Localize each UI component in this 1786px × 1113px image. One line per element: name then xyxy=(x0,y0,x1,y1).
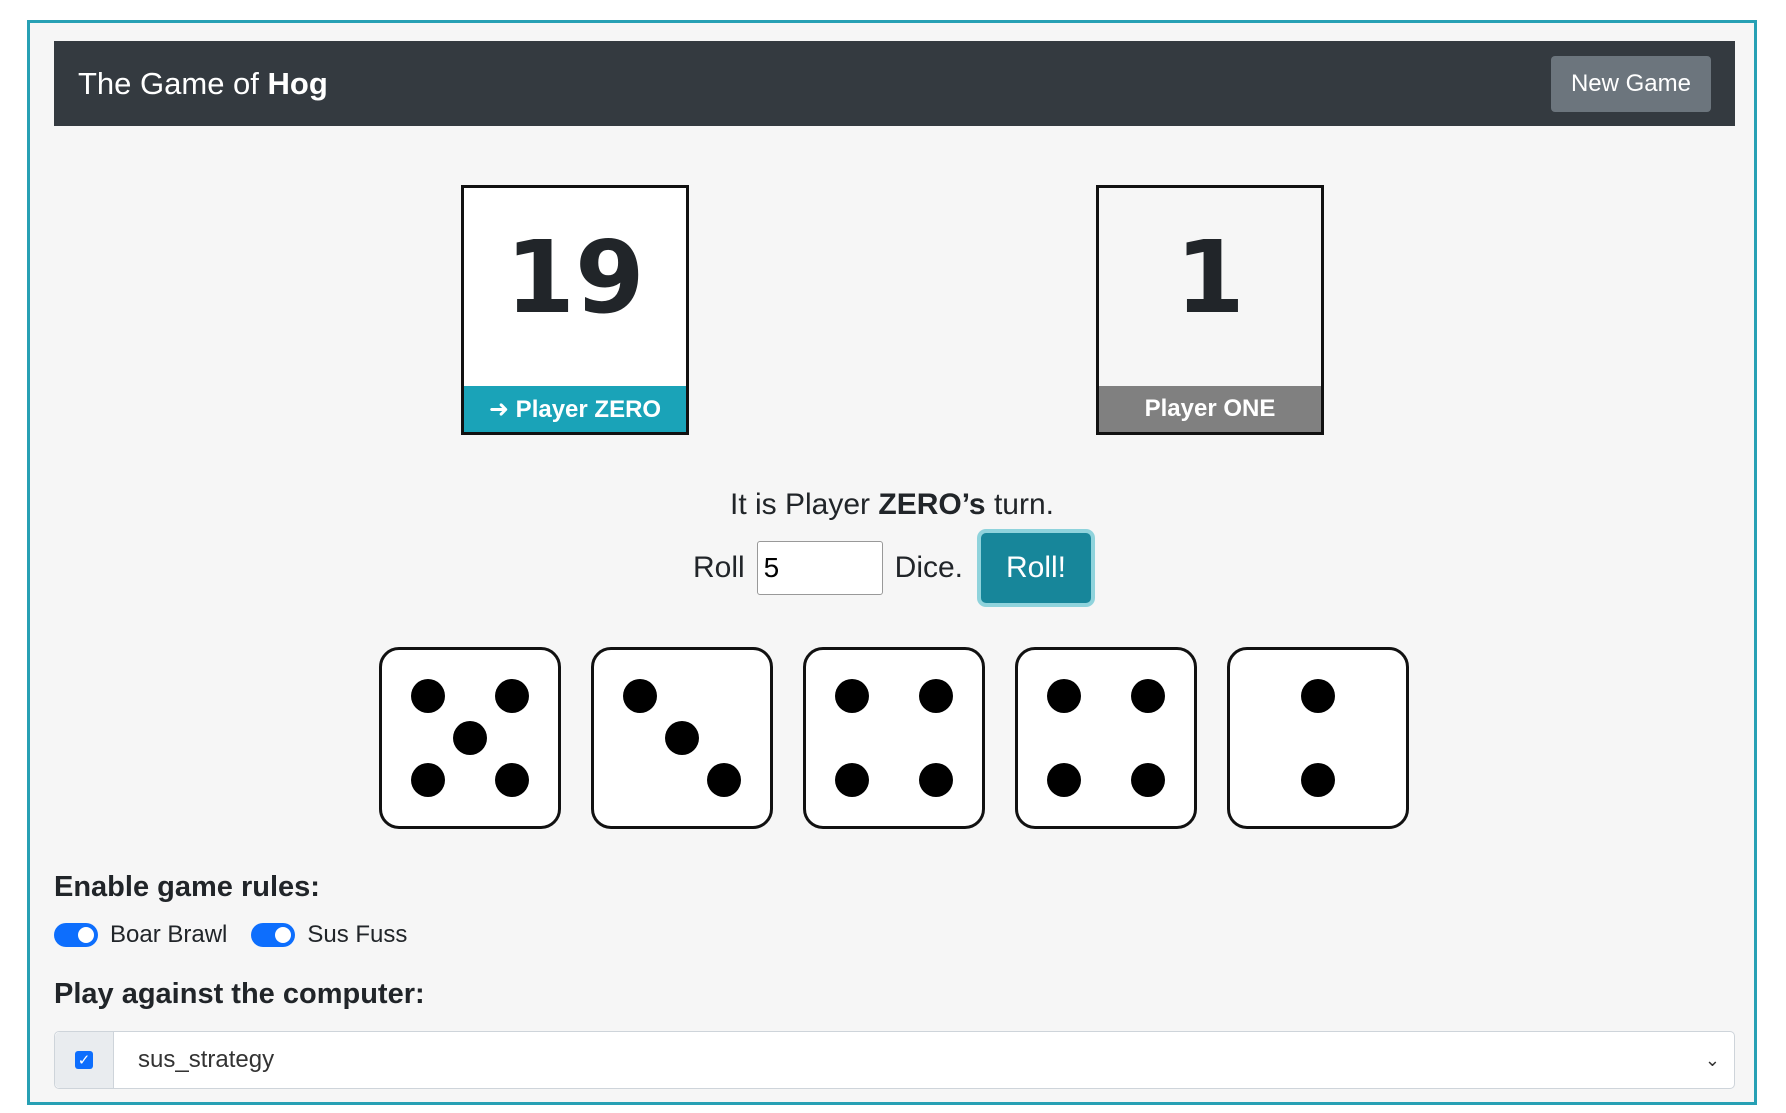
die-1 xyxy=(379,647,561,829)
sus-fuss-switch[interactable] xyxy=(251,923,296,947)
die-4 xyxy=(1015,647,1197,829)
die-pip xyxy=(495,678,530,713)
die-pip xyxy=(410,763,445,798)
die-pip xyxy=(919,678,954,713)
die-pip xyxy=(919,763,954,798)
player-one-score: 1 xyxy=(1175,219,1245,336)
boar-brawl-toggle[interactable]: Boar Brawl xyxy=(54,921,227,949)
computer-enable-checkbox[interactable]: ✓ xyxy=(75,1051,93,1069)
rules-heading: Enable game rules: xyxy=(54,871,320,903)
die-3 xyxy=(803,647,985,829)
new-game-button[interactable]: New Game xyxy=(1550,55,1711,112)
die-pip xyxy=(622,678,657,713)
die-2 xyxy=(591,647,773,829)
roll-suffix-label: Dice. xyxy=(894,551,964,584)
sus-fuss-toggle[interactable]: Sus Fuss xyxy=(251,921,407,949)
roll-controls: Roll Dice. Roll! xyxy=(30,533,1754,603)
player-zero-label: ➜ Player ZERO xyxy=(464,386,686,432)
app-title-bold: Hog xyxy=(267,65,328,101)
die-5 xyxy=(1227,647,1409,829)
die-pip xyxy=(834,763,869,798)
player-one-label: Player ONE xyxy=(1099,386,1321,432)
die-pip xyxy=(410,678,445,713)
navbar: The Game of Hog New Game xyxy=(54,41,1735,126)
game-container: The Game of Hog New Game 19 ➜ Player ZER… xyxy=(27,20,1757,1105)
die-pip xyxy=(1131,763,1166,798)
strategy-select[interactable]: sus_strategy ⌄ xyxy=(114,1032,1734,1088)
die-pip xyxy=(453,721,487,755)
die-pip xyxy=(1301,763,1335,798)
boar-brawl-label: Boar Brawl xyxy=(110,921,228,948)
strategy-selected-value: sus_strategy xyxy=(138,1046,275,1073)
boar-brawl-switch[interactable] xyxy=(54,923,98,947)
die-pip xyxy=(1046,763,1081,798)
dice-count-input[interactable] xyxy=(756,541,883,595)
dice-display xyxy=(379,647,1409,829)
die-pip xyxy=(1046,678,1081,713)
computer-enable-wrap: ✓ xyxy=(55,1032,114,1088)
roll-prefix-label: Roll xyxy=(692,551,745,584)
die-pip xyxy=(1301,678,1335,713)
app-title: The Game of Hog xyxy=(78,65,328,101)
turn-player: ZERO’s xyxy=(878,488,986,521)
roll-button[interactable]: Roll! xyxy=(981,533,1092,603)
rules-toggles: Boar Brawl Sus Fuss xyxy=(54,921,407,949)
computer-strategy-group: ✓ sus_strategy ⌄ xyxy=(54,1031,1735,1089)
die-pip xyxy=(495,763,530,798)
sus-fuss-label: Sus Fuss xyxy=(307,921,408,948)
die-pip xyxy=(665,721,699,755)
die-pip xyxy=(707,763,742,798)
player-zero-score: 19 xyxy=(505,219,645,336)
player-one-score-card: 1 Player ONE xyxy=(1096,185,1324,435)
turn-indicator: It is Player ZERO’s turn. xyxy=(730,488,1054,521)
die-pip xyxy=(1131,678,1166,713)
chevron-down-icon: ⌄ xyxy=(1704,1049,1720,1071)
computer-heading: Play against the computer: xyxy=(54,978,425,1010)
player-zero-score-card: 19 ➜ Player ZERO xyxy=(461,185,689,435)
die-pip xyxy=(834,678,869,713)
